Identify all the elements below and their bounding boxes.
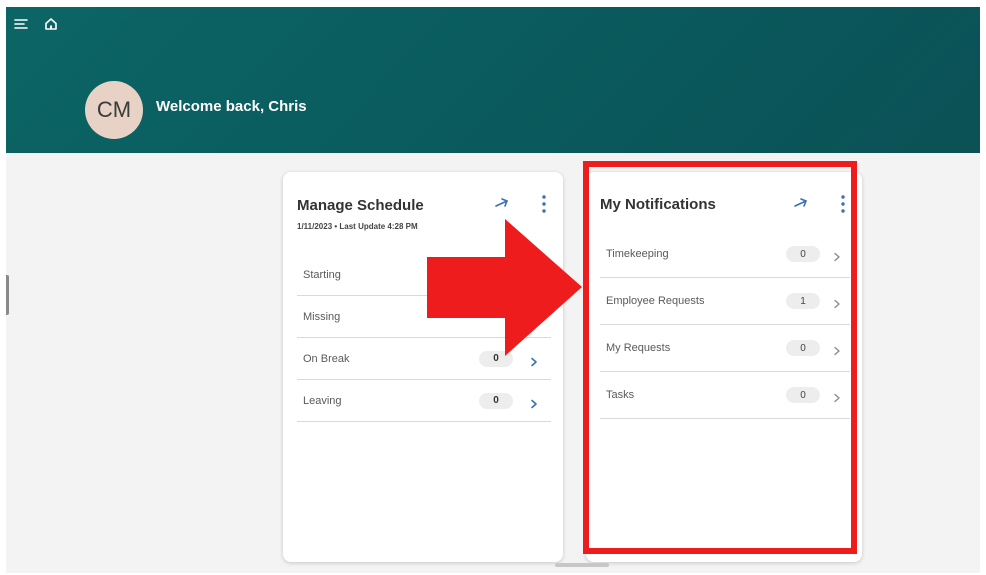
open-arrow-icon[interactable]	[791, 194, 811, 214]
row-label: Employee Requests	[606, 295, 705, 307]
chevron-right-icon	[832, 296, 842, 309]
big-arrow-right-icon	[427, 219, 582, 356]
more-options-icon[interactable]	[836, 193, 850, 215]
avatar[interactable]: CM	[85, 81, 143, 139]
count-badge: 0	[786, 246, 820, 262]
last-update-text: 1/11/2023 • Last Update 4:28 PM	[297, 222, 418, 231]
row-label: Timekeeping	[606, 248, 669, 260]
row-label: Tasks	[606, 389, 635, 401]
card-title: My Notifications	[600, 196, 716, 213]
side-drawer-handle[interactable]	[6, 275, 9, 315]
chevron-right-icon	[832, 390, 842, 403]
chevron-right-icon	[832, 343, 842, 356]
open-arrow-icon[interactable]	[492, 194, 512, 214]
my-notifications-card: My Notifications Timekeeping 0 Employee …	[586, 172, 862, 562]
bottom-sheet-handle[interactable]	[555, 563, 609, 567]
list-item[interactable]: Timekeeping 0	[600, 231, 850, 278]
list-item[interactable]: My Requests 0	[600, 325, 850, 372]
row-label: On Break	[303, 352, 350, 365]
list-item[interactable]: Leaving 0	[297, 380, 551, 422]
count-badge: 0	[479, 392, 513, 409]
notifications-list: Timekeeping 0 Employee Requests 1 My Req…	[600, 231, 850, 419]
home-icon[interactable]	[42, 15, 60, 33]
row-label: Missing	[303, 310, 341, 323]
chevron-right-icon	[832, 249, 842, 262]
count-badge: 0	[786, 340, 820, 356]
welcome-banner: CM Welcome back, Chris	[6, 7, 980, 153]
list-item[interactable]: Tasks 0	[600, 372, 850, 419]
chevron-right-icon	[529, 396, 539, 408]
row-label: My Requests	[606, 342, 671, 354]
welcome-message: Welcome back, Chris	[156, 98, 307, 115]
count-badge: 0	[786, 387, 820, 403]
count-badge: 1	[786, 293, 820, 309]
card-title: Manage Schedule	[297, 197, 424, 214]
more-options-icon[interactable]	[537, 193, 551, 215]
list-item[interactable]: Employee Requests 1	[600, 278, 850, 325]
row-label: Leaving	[303, 394, 342, 407]
menu-icon[interactable]	[12, 15, 30, 33]
row-label: Starting	[303, 268, 341, 281]
